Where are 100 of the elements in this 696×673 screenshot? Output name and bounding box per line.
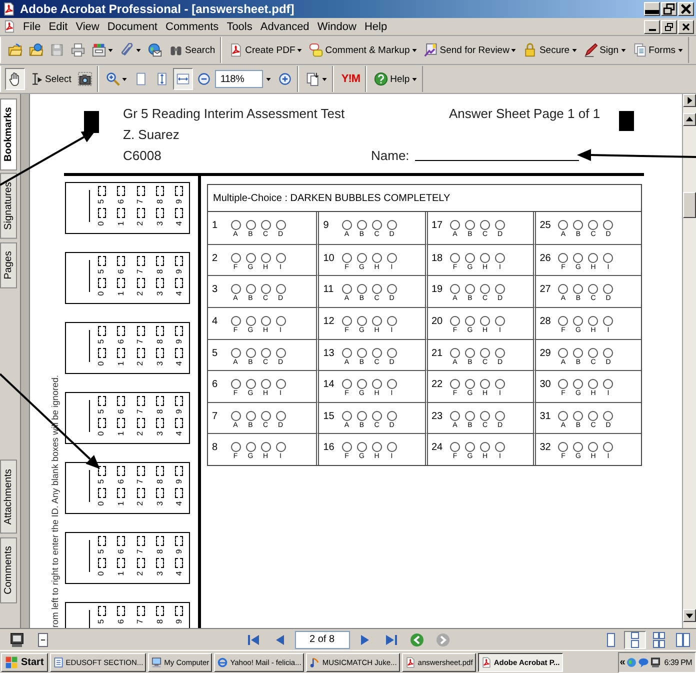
menu-item[interactable]: Help bbox=[360, 18, 392, 34]
answer-bubble bbox=[372, 252, 382, 263]
document-icon bbox=[52, 656, 64, 668]
answer-bubble bbox=[465, 252, 475, 263]
answer-bubble bbox=[98, 348, 106, 358]
pdf-document-icon bbox=[229, 43, 244, 57]
answer-bubble bbox=[136, 558, 145, 568]
scroll-up-button[interactable] bbox=[683, 113, 696, 126]
question-number: 20 bbox=[430, 316, 444, 327]
answer-bubble bbox=[175, 186, 184, 196]
answer-bubble bbox=[136, 208, 145, 218]
side-tab[interactable]: Bookmarks bbox=[0, 98, 17, 170]
restore-button[interactable] bbox=[661, 20, 677, 34]
toolbar-button[interactable]: Comment & Markup bbox=[306, 39, 420, 61]
toolbar-button[interactable] bbox=[5, 68, 25, 90]
answer-bubble bbox=[573, 252, 584, 263]
side-tab[interactable]: Pages bbox=[0, 242, 17, 289]
close-button[interactable] bbox=[678, 20, 694, 34]
minimize-button[interactable] bbox=[644, 2, 660, 16]
printer-icon bbox=[71, 43, 85, 57]
page-number-field[interactable]: 2 of 8 bbox=[294, 630, 350, 648]
answer-bubble bbox=[246, 379, 256, 390]
toolbar-button[interactable]: Create PDF bbox=[226, 39, 306, 61]
page-arrow-icon bbox=[306, 72, 320, 86]
answer-bubble bbox=[558, 410, 568, 421]
toolbar-button[interactable]: Sign bbox=[580, 39, 629, 61]
side-tab[interactable]: Attachments bbox=[0, 460, 17, 534]
id-digit: 9 bbox=[174, 479, 184, 484]
question-number: 30 bbox=[538, 379, 552, 390]
question-number: 16 bbox=[322, 442, 336, 454]
answer-bubble bbox=[603, 316, 614, 326]
answer-bubble bbox=[386, 379, 397, 390]
view-mode-button[interactable] bbox=[624, 630, 646, 648]
answer-bubble bbox=[98, 186, 106, 196]
answer-bubble bbox=[495, 316, 505, 326]
expand-pane-icon bbox=[685, 96, 694, 105]
menu-item[interactable]: Document bbox=[103, 18, 162, 34]
menu-item[interactable]: Comments bbox=[162, 18, 223, 34]
toolbar-button[interactable]: Secure bbox=[520, 39, 580, 61]
chevron-button[interactable]: « bbox=[620, 656, 626, 668]
toolbar-button[interactable]: Select bbox=[26, 68, 74, 90]
save-icon bbox=[50, 43, 64, 57]
toolbar-button[interactable]: Forms bbox=[630, 39, 686, 61]
instruction-text: rom left to right to enter the ID. Any blank boxes will be ignored. bbox=[49, 375, 61, 628]
answer-bubble bbox=[98, 558, 106, 568]
answer-bubble bbox=[156, 396, 164, 406]
answer-bubble bbox=[98, 256, 106, 266]
answer-bubble bbox=[465, 379, 475, 390]
answer-bubble bbox=[117, 278, 126, 288]
menu-item[interactable]: Window bbox=[313, 18, 360, 34]
menu-item[interactable]: Advanced bbox=[256, 18, 314, 34]
side-tab[interactable]: Signatures bbox=[0, 173, 17, 240]
id-digit: 3 bbox=[155, 571, 164, 576]
answer-bubble bbox=[588, 442, 598, 452]
answer-bubble bbox=[495, 442, 505, 452]
write-in-line bbox=[89, 190, 90, 222]
registration-mark bbox=[84, 111, 99, 133]
answer-bubble bbox=[175, 418, 184, 428]
start-button[interactable]: Start bbox=[1, 652, 48, 672]
answer-bubble bbox=[342, 220, 352, 230]
menu-item[interactable]: Edit bbox=[44, 18, 72, 34]
id-digit: 2 bbox=[136, 571, 145, 576]
pane-button[interactable] bbox=[683, 94, 696, 107]
toolbar-button[interactable]: Send for Review bbox=[420, 39, 520, 61]
id-digit: 0 bbox=[97, 221, 106, 226]
answer-bubble bbox=[98, 278, 106, 288]
id-digit: 6 bbox=[116, 619, 126, 624]
answer-bubble bbox=[386, 252, 397, 263]
menu-item[interactable]: View bbox=[72, 18, 104, 34]
menu-item[interactable]: File bbox=[19, 18, 45, 34]
question-number: 31 bbox=[538, 410, 552, 422]
class-code: C6008 bbox=[123, 148, 162, 165]
answer-bubble bbox=[136, 488, 145, 498]
scrollbar[interactable] bbox=[682, 94, 696, 628]
id-digit: 0 bbox=[97, 361, 106, 366]
answer-bubble bbox=[558, 442, 568, 452]
toolbar-button[interactable]: Search bbox=[166, 39, 218, 61]
menu-item[interactable]: Tools bbox=[222, 18, 256, 34]
answer-bubble bbox=[356, 316, 367, 326]
answer-bubble bbox=[372, 410, 382, 421]
id-digit: 5 bbox=[97, 339, 106, 344]
zoom-field[interactable]: 118% bbox=[215, 70, 264, 88]
close-button[interactable] bbox=[678, 2, 694, 16]
answer-bubble bbox=[98, 536, 106, 546]
scroll-thumb[interactable] bbox=[683, 192, 696, 218]
minimize-button[interactable] bbox=[644, 20, 660, 34]
scroll-down-button[interactable] bbox=[683, 609, 696, 622]
side-tab[interactable]: Comments bbox=[0, 536, 17, 603]
answer-bubble bbox=[117, 326, 126, 336]
answer-bubble bbox=[480, 316, 490, 326]
id-digit: 9 bbox=[174, 199, 184, 204]
answer-bubble bbox=[156, 278, 164, 288]
answer-bubble bbox=[117, 466, 126, 476]
answer-bubble bbox=[558, 316, 568, 326]
restore-button[interactable] bbox=[661, 2, 677, 16]
answer-bubble bbox=[465, 442, 475, 452]
answer-bubble bbox=[156, 326, 164, 336]
answer-bubble bbox=[260, 316, 270, 326]
toolbar-button[interactable]: Help bbox=[371, 68, 420, 90]
answer-bubble bbox=[136, 466, 145, 476]
